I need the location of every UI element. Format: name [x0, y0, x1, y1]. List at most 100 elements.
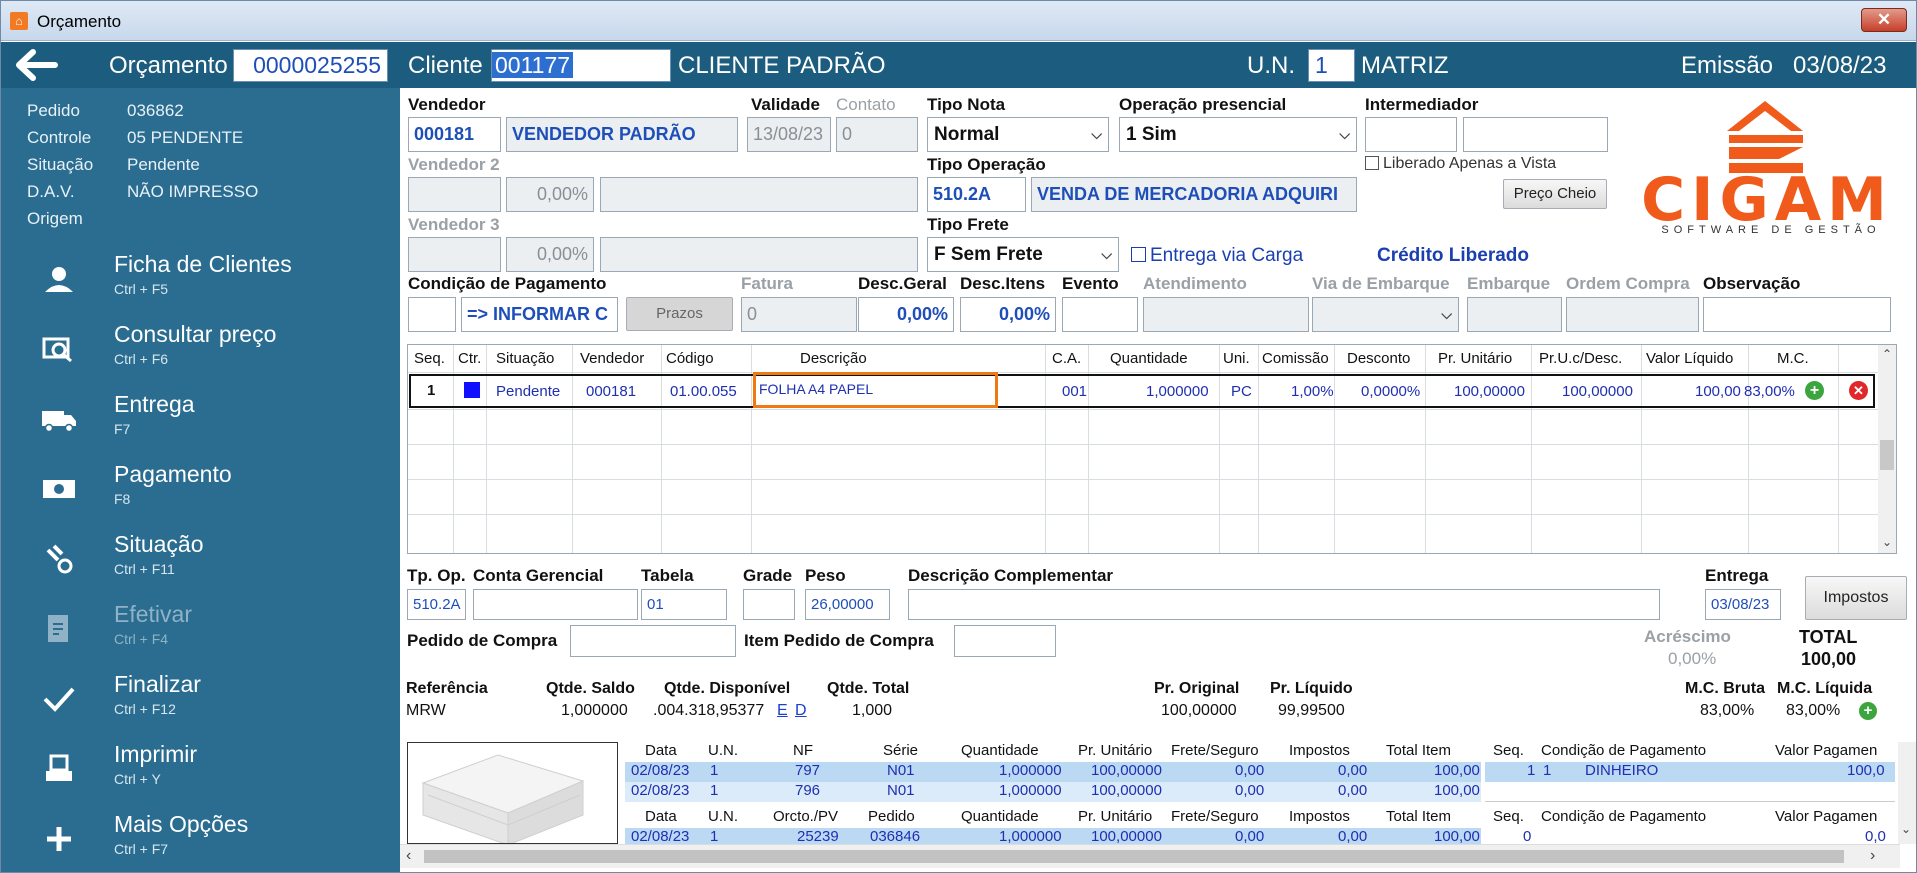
nav-situacao[interactable]: Situação Ctrl + F11 [1, 525, 400, 595]
scroll-thumb[interactable] [1880, 440, 1894, 470]
col-header-valor-liquido[interactable]: Valor Líquido [1646, 345, 1733, 372]
nav-mais-opcoes[interactable]: Mais Opções Ctrl + F7 [1, 805, 400, 872]
grade-field[interactable] [743, 589, 795, 620]
tp-op-field[interactable]: 510.2A [407, 589, 466, 620]
hscroll-thumb[interactable] [424, 850, 1844, 863]
pay2-header-condicao: Condição de Pagamento [1541, 808, 1707, 825]
col-header-seq[interactable]: Seq. [414, 345, 445, 372]
operacao-presencial-select[interactable]: 1 Sim ⌵ [1119, 117, 1357, 152]
peso-field[interactable]: 26,00000 [805, 589, 890, 620]
hist1-header-pr-unitario: Pr. Unitário [1078, 742, 1153, 759]
cell-frete: 0,00 [1235, 782, 1265, 799]
observacao-field[interactable] [1703, 297, 1891, 332]
money-icon [39, 469, 79, 509]
col-header-quantidade[interactable]: Quantidade [1110, 345, 1188, 372]
condicao-pagamento-desc-field[interactable]: => INFORMAR C [461, 297, 618, 332]
col-header-situacao[interactable]: Situação [496, 345, 554, 372]
pedido-compra-field[interactable] [570, 625, 736, 657]
delete-row-icon[interactable]: ✕ [1849, 381, 1868, 400]
cell-quantidade: 1,000000 [999, 828, 1062, 844]
pay2-header-seq: Seq. [1493, 808, 1524, 825]
conta-gerencial-label: Conta Gerencial [473, 566, 604, 585]
col-header-mc[interactable]: M.C. [1777, 345, 1809, 372]
estoque-d-link[interactable]: D [795, 702, 807, 720]
cell-quantidade: 1,000000 [999, 762, 1062, 779]
orcamento-number-field[interactable]: 0000025255 [233, 49, 388, 82]
prazos-button[interactable]: Prazos [626, 297, 733, 331]
col-header-ca[interactable]: C.A. [1052, 345, 1081, 372]
condicao-pagamento-code-field[interactable] [408, 297, 456, 332]
nav-ficha-clientes[interactable]: Ficha de Clientes Ctrl + F5 [1, 245, 400, 315]
scroll-down-icon[interactable]: ⌄ [1882, 535, 1892, 549]
col-header-ctr[interactable]: Ctr. [458, 345, 481, 372]
nav-consultar-preco[interactable]: Consultar preço Ctrl + F6 [1, 315, 400, 385]
close-button[interactable]: ✕ [1861, 8, 1907, 32]
nav-imprimir[interactable]: Imprimir Ctrl + Y [1, 735, 400, 805]
col-header-codigo[interactable]: Código [666, 345, 714, 372]
grid-row-divider [408, 409, 1896, 410]
cell-nf: 796 [795, 782, 821, 799]
desc-complementar-field[interactable] [908, 589, 1660, 620]
intermediador-code-field[interactable] [1365, 117, 1457, 152]
vendedor-code-field[interactable]: 000181 [408, 117, 501, 152]
un-field[interactable]: 1 [1308, 49, 1355, 82]
tp-op-label: Tp. Op. [407, 566, 466, 585]
table-row[interactable]: 02/08/23 1 796 N01 1,000000 100,00000 0,… [625, 782, 1481, 802]
impostos-button[interactable]: Impostos [1805, 576, 1907, 620]
cell-cond-code: 1 [1543, 762, 1552, 779]
desc-itens-field[interactable]: 0,00% [960, 297, 1056, 332]
back-arrow-icon[interactable] [15, 48, 59, 82]
col-header-desconto[interactable]: Desconto [1347, 345, 1410, 372]
col-header-pr-unitario[interactable]: Pr. Unitário [1438, 345, 1512, 372]
scroll-right-icon[interactable]: › [1870, 847, 1875, 865]
dav-value: NÃO IMPRESSO [127, 182, 259, 201]
item-pedido-compra-field[interactable] [954, 625, 1056, 657]
peso-label: Peso [805, 566, 846, 585]
scroll-up-icon[interactable]: ⌃ [1882, 347, 1892, 361]
entrega-carga-checkbox[interactable]: Entrega via Carga [1131, 245, 1303, 267]
preco-cheio-button[interactable]: Preço Cheio [1503, 179, 1607, 209]
cliente-code-field[interactable]: 001177 [491, 49, 671, 82]
embarque-label: Embarque [1467, 274, 1551, 293]
nav-finalizar[interactable]: Finalizar Ctrl + F12 [1, 665, 400, 735]
col-header-pr-desc[interactable]: Pr.U.c/Desc. [1539, 345, 1622, 372]
entrega-date-field[interactable]: 03/08/23 [1705, 589, 1781, 620]
col-header-descricao[interactable]: Descrição [800, 345, 867, 372]
cell-total-item: 100,00 [1434, 782, 1480, 799]
conta-gerencial-field[interactable] [473, 589, 638, 620]
grid-row-divider [408, 444, 1896, 445]
table-row[interactable]: 02/08/23 1 797 N01 1,000000 100,00000 0,… [625, 762, 1481, 782]
col-header-uni[interactable]: Uni. [1223, 345, 1250, 372]
table-row[interactable]: 1 1 DINHEIRO 100,0 [1485, 762, 1895, 782]
table-row[interactable]: 1 Pendente 000181 01.00.055 FOLHA A4 PAP… [409, 372, 1875, 408]
descricao-cell-focus[interactable]: FOLHA A4 PAPEL [753, 372, 998, 408]
desc-geral-field[interactable]: 0,00% [858, 297, 954, 332]
table-row[interactable]: 0 0,0 [1485, 828, 1895, 844]
nav-pagamento[interactable]: Pagamento F8 [1, 455, 400, 525]
grid-row-divider [408, 372, 1896, 373]
estoque-e-link[interactable]: E [777, 702, 788, 720]
nav-label: Mais Opções [114, 811, 249, 837]
nav-entrega[interactable]: Entrega F7 [1, 385, 400, 455]
mc-add-icon[interactable]: + [1859, 702, 1877, 720]
tipo-operacao-code-field[interactable]: 510.2A [927, 177, 1026, 212]
add-row-icon[interactable]: + [1805, 381, 1824, 400]
scroll-down-icon[interactable]: ⌄ [1901, 822, 1911, 836]
right-vscrollbar[interactable]: ⌄ [1898, 742, 1916, 844]
tabela-field[interactable]: 01 [641, 589, 727, 620]
tipo-frete-select[interactable]: F Sem Frete ⌵ [927, 237, 1119, 272]
qtde-total-value: 1,000 [852, 702, 893, 719]
nav-shortcut: F8 [114, 491, 131, 507]
col-header-vendedor[interactable]: Vendedor [580, 345, 644, 372]
bottom-hscrollbar[interactable]: ‹ › [400, 844, 1900, 868]
grade-label: Grade [743, 566, 793, 585]
contato-field: 0 [836, 117, 918, 152]
evento-field[interactable] [1062, 297, 1138, 332]
liberado-vista-checkbox[interactable]: Liberado Apenas a Vista [1365, 155, 1556, 173]
intermediador-name-field[interactable] [1463, 117, 1608, 152]
table-row[interactable]: 02/08/23 1 25239 036846 1,000000 100,000… [625, 828, 1481, 844]
grid-vscrollbar[interactable]: ⌃ ⌄ [1878, 345, 1896, 553]
scroll-left-icon[interactable]: ‹ [406, 847, 411, 865]
col-header-comissao[interactable]: Comissão [1262, 345, 1329, 372]
tipo-nota-select[interactable]: Normal ⌵ [927, 117, 1109, 152]
